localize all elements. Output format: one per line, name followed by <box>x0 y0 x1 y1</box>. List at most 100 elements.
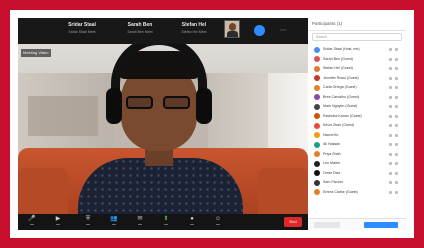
camera-icon[interactable] <box>395 114 398 118</box>
participant-row[interactable]: Naomi Ito <box>308 131 406 141</box>
headphones-icon <box>111 36 207 116</box>
microphone-icon[interactable] <box>389 152 392 156</box>
microphone-icon[interactable] <box>389 171 392 175</box>
participants-search-input[interactable]: Search <box>312 33 402 41</box>
camera-icon[interactable] <box>395 76 398 80</box>
participants-panel: Participants (1) Search Sridar Staal (Ho… <box>308 18 406 230</box>
participant-status-icons <box>389 162 401 165</box>
speaker-tile-sub: Stefan Hel Meet <box>181 30 207 34</box>
participant-name: Carla Ortega (Guest) <box>323 85 357 89</box>
participant-row[interactable]: Omar Diaz <box>308 169 406 179</box>
camera-icon[interactable] <box>395 162 398 165</box>
participant-status-icons <box>389 181 401 184</box>
participant-row[interactable]: Priya Shah <box>308 150 406 160</box>
microphone-icon[interactable] <box>389 143 392 146</box>
participant-row[interactable]: Ali Hassan <box>308 140 406 150</box>
camera-icon[interactable] <box>395 143 398 146</box>
participant-row[interactable]: Jennifer Rossi (Guest) <box>308 74 406 84</box>
security-icon: ⛨ <box>85 216 91 222</box>
participants-footer <box>308 218 406 230</box>
camera-icon[interactable] <box>395 86 398 89</box>
participant-name: Leo Martin <box>323 161 340 165</box>
invite-button[interactable] <box>314 222 340 228</box>
camera-icon[interactable] <box>395 67 398 70</box>
speaker-person <box>18 18 308 230</box>
video-button[interactable]: ▶ <box>50 216 66 228</box>
mute-all-button[interactable] <box>364 222 398 228</box>
microphone-icon[interactable] <box>389 86 392 89</box>
participant-row[interactable]: Sarah Ben (Guest) <box>308 55 406 65</box>
participant-name: Sarah Ben (Guest) <box>323 56 353 61</box>
participant-status-icons <box>389 152 401 156</box>
camera-icon: ▶ <box>55 216 61 222</box>
participant-name: Kevin Zhao (Guest) <box>323 123 355 127</box>
record-icon: ● <box>190 216 194 222</box>
participant-row[interactable]: Stefan Hel (Guest) <box>308 64 406 74</box>
participant-row[interactable]: Mark Nguyen (Guest) <box>308 102 406 112</box>
participant-row[interactable]: Sridar Staal (Host, me) <box>308 45 406 55</box>
participants-button[interactable]: 👥 <box>106 216 122 228</box>
microphone-icon[interactable] <box>389 124 392 127</box>
video-label: Meeting Video <box>21 49 51 57</box>
avatar <box>314 189 320 195</box>
participant-row[interactable]: Sam Fischer <box>308 178 406 188</box>
camera-icon[interactable] <box>395 181 398 184</box>
microphone-icon[interactable] <box>389 190 392 194</box>
microphone-icon[interactable] <box>389 67 392 70</box>
camera-icon[interactable] <box>395 190 398 194</box>
red-border-frame: Sridar Staal Sridar Staal Meet Sarah Ben… <box>10 10 414 238</box>
more-icon[interactable]: ⋯ <box>280 27 286 34</box>
camera-icon[interactable] <box>395 57 398 61</box>
share-screen-button[interactable]: ⬆ <box>158 216 174 228</box>
thumbnail-head <box>229 23 236 31</box>
zoom-status-icon[interactable] <box>254 25 265 36</box>
camera-icon[interactable] <box>395 152 398 156</box>
participant-row[interactable]: Bree Carvalho (Guest) <box>308 93 406 103</box>
camera-icon[interactable] <box>395 105 398 108</box>
active-speaker-video[interactable]: Sridar Staal Sridar Staal Meet Sarah Ben… <box>18 18 308 230</box>
microphone-icon[interactable] <box>389 57 392 61</box>
microphone-icon[interactable] <box>389 95 392 99</box>
share-screen-icon: ⬆ <box>163 216 169 222</box>
camera-icon[interactable] <box>395 133 398 137</box>
participant-row[interactable]: Carla Ortega (Guest) <box>308 83 406 93</box>
record-button[interactable]: ● <box>184 216 200 228</box>
participant-status-icons <box>389 133 401 137</box>
speaker-tile-2[interactable]: Sarah Ben Sarah Ben Meet <box>116 21 164 41</box>
participant-row[interactable]: Leo Martin <box>308 159 406 169</box>
microphone-icon[interactable] <box>389 76 392 80</box>
microphone-icon[interactable] <box>389 105 392 108</box>
microphone-icon[interactable] <box>389 133 392 137</box>
avatar <box>314 46 320 53</box>
participants-icon: 👥 <box>110 216 118 222</box>
participant-name: Ravindra Kanan (Guest) <box>323 113 362 118</box>
camera-icon[interactable] <box>395 171 398 175</box>
mute-button[interactable]: 🎤 <box>24 216 40 228</box>
end-meeting-button[interactable]: End <box>284 217 302 227</box>
participant-status-icons <box>389 86 401 89</box>
reactions-button[interactable]: ☺ <box>210 216 226 228</box>
microphone-icon[interactable] <box>389 48 392 51</box>
participant-row[interactable]: Ravindra Kanan (Guest) <box>308 112 406 122</box>
avatar <box>314 179 320 186</box>
speaker-tile-1[interactable]: Sridar Staal Sridar Staal Meet <box>58 21 106 41</box>
camera-icon[interactable] <box>395 48 398 51</box>
participant-row[interactable]: Kevin Zhao (Guest) <box>308 121 406 131</box>
participant-name: Mark Nguyen (Guest) <box>323 104 358 108</box>
self-view-thumbnail[interactable] <box>224 20 240 38</box>
speaker-strip: Sridar Staal Sridar Staal Meet Sarah Ben… <box>18 18 308 44</box>
participant-row[interactable]: Emma Clarke (Guest) <box>308 188 406 198</box>
security-button[interactable]: ⛨ <box>80 216 96 228</box>
chat-button[interactable]: ✉ <box>132 216 148 228</box>
microphone-icon[interactable] <box>389 181 392 184</box>
participant-status-icons <box>389 67 401 70</box>
avatar <box>314 56 320 62</box>
camera-icon[interactable] <box>395 95 398 99</box>
participant-name: Omar Diaz <box>323 170 341 175</box>
speaker-tile-name: Sridar Staal <box>68 22 96 28</box>
speaker-tile-3[interactable]: Stefan Hel Stefan Hel Meet <box>170 21 218 41</box>
camera-icon[interactable] <box>395 124 398 127</box>
microphone-icon[interactable] <box>389 162 392 165</box>
participant-status-icons <box>389 57 401 61</box>
microphone-icon[interactable] <box>389 114 392 118</box>
